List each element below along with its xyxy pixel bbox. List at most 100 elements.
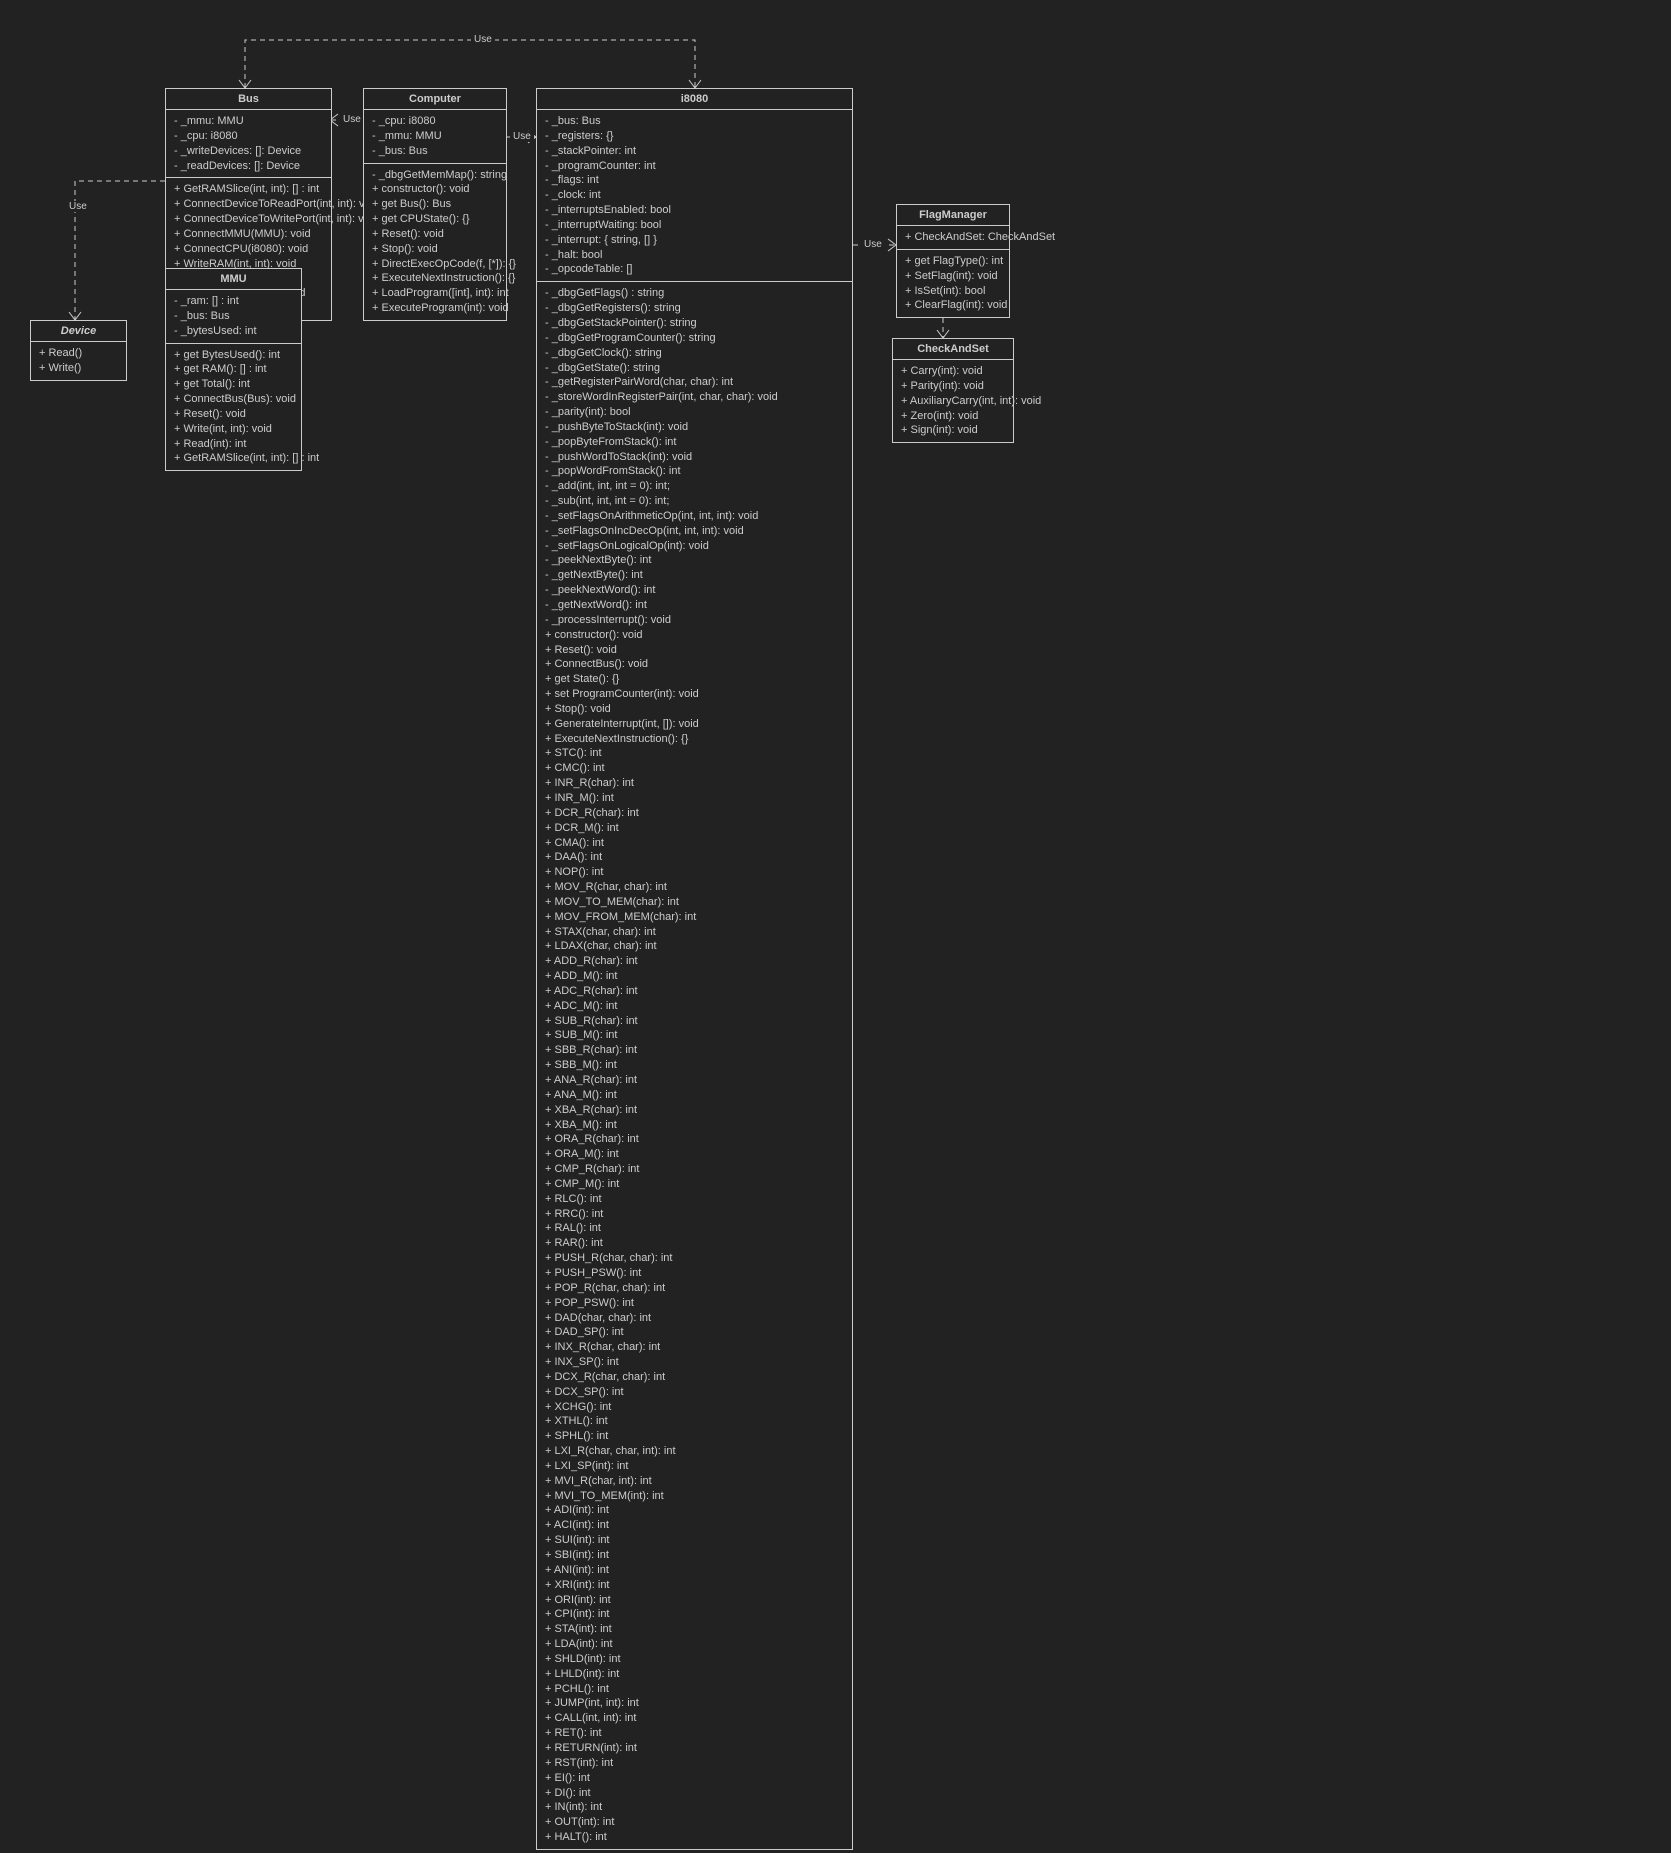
- member-row: + OUT(int): int: [545, 1815, 844, 1830]
- member-row: + ConnectDeviceToReadPort(int, int): voi…: [174, 197, 323, 212]
- member-row: - _setFlagsOnIncDecOp(int, int, int): vo…: [545, 524, 844, 539]
- class-title: CheckAndSet: [893, 339, 1013, 360]
- member-row: + SUB_M(): int: [545, 1028, 844, 1043]
- member-row: + ExecuteNextInstruction(): {}: [545, 732, 844, 747]
- member-row: + ORA_M(): int: [545, 1147, 844, 1162]
- class-title: Computer: [364, 89, 506, 110]
- member-row: + get CPUState(): {}: [372, 212, 498, 227]
- member-row: + IsSet(int): bool: [905, 284, 1001, 299]
- member-row: + SetFlag(int): void: [905, 269, 1001, 284]
- member-row: + Reset(): void: [372, 227, 498, 242]
- member-row: + CMP_R(char): int: [545, 1162, 844, 1177]
- member-row: - _peekNextByte(): int: [545, 553, 844, 568]
- member-row: + ORA_R(char): int: [545, 1132, 844, 1147]
- member-row: + Reset(): void: [174, 407, 293, 422]
- edge-label-use: Use: [861, 239, 885, 250]
- member-row: + STAX(char, char): int: [545, 925, 844, 940]
- class-title: FlagManager: [897, 205, 1009, 226]
- member-row: + POP_R(char, char): int: [545, 1281, 844, 1296]
- member-row: + XRI(int): int: [545, 1578, 844, 1593]
- member-row: + ConnectMMU(MMU): void: [174, 227, 323, 242]
- member-row: - _bus: Bus: [174, 309, 293, 324]
- member-row: + CMA(): int: [545, 836, 844, 851]
- member-row: - _dbgGetMemMap(): string: [372, 168, 498, 183]
- member-row: + XTHL(): int: [545, 1414, 844, 1429]
- member-row: + Reset(): void: [545, 643, 844, 658]
- edge-label-use: Use: [471, 34, 495, 45]
- member-row: + Stop(): void: [372, 242, 498, 257]
- member-row: + get Bus(): Bus: [372, 197, 498, 212]
- member-row: + MOV_R(char, char): int: [545, 880, 844, 895]
- member-row: + MVI_R(char, int): int: [545, 1474, 844, 1489]
- member-row: + DirectExecOpCode(f, [*]): {}: [372, 257, 498, 272]
- member-row: + ACI(int): int: [545, 1518, 844, 1533]
- member-row: + SBI(int): int: [545, 1548, 844, 1563]
- member-row: - _cpu: i8080: [372, 114, 498, 129]
- member-row: - _dbgGetProgramCounter(): string: [545, 331, 844, 346]
- member-row: + ADC_R(char): int: [545, 984, 844, 999]
- member-row: + ORI(int): int: [545, 1593, 844, 1608]
- member-row: - _bus: Bus: [372, 144, 498, 159]
- member-row: + SBB_M(): int: [545, 1058, 844, 1073]
- member-row: + IN(int): int: [545, 1800, 844, 1815]
- member-row: + INX_R(char, char): int: [545, 1340, 844, 1355]
- member-row: + POP_PSW(): int: [545, 1296, 844, 1311]
- member-row: - _dbgGetRegisters(): string: [545, 301, 844, 316]
- member-row: - _halt: bool: [545, 248, 844, 263]
- member-row: + GetRAMSlice(int, int): [] : int: [174, 182, 323, 197]
- member-row: + ExecuteProgram(int): void: [372, 301, 498, 316]
- class-fields: + CheckAndSet: CheckAndSet: [897, 226, 1009, 250]
- class-methods: + Carry(int): void+ Parity(int): void+ A…: [893, 360, 1013, 442]
- member-row: + MVI_TO_MEM(int): int: [545, 1489, 844, 1504]
- member-row: - _cpu: i8080: [174, 129, 323, 144]
- class-mmu: MMU - _ram: [] : int- _bus: Bus- _bytesU…: [165, 268, 302, 471]
- member-row: + RLC(): int: [545, 1192, 844, 1207]
- member-row: + RETURN(int): int: [545, 1741, 844, 1756]
- class-flagmanager: FlagManager + CheckAndSet: CheckAndSet +…: [896, 204, 1010, 318]
- member-row: - _setFlagsOnLogicalOp(int): void: [545, 539, 844, 554]
- member-row: + LoadProgram([int], int): int: [372, 286, 498, 301]
- member-row: + get Total(): int: [174, 377, 293, 392]
- member-row: + GetRAMSlice(int, int): [] : int: [174, 451, 293, 466]
- member-row: - _processInterrupt(): void: [545, 613, 844, 628]
- member-row: - _getRegisterPairWord(char, char): int: [545, 375, 844, 390]
- member-row: + RRC(): int: [545, 1207, 844, 1222]
- member-row: + DCR_M(): int: [545, 821, 844, 836]
- member-row: - _popWordFromStack(): int: [545, 464, 844, 479]
- member-row: + DAA(): int: [545, 850, 844, 865]
- member-row: + ConnectBus(Bus): void: [174, 392, 293, 407]
- member-row: + ANI(int): int: [545, 1563, 844, 1578]
- member-row: + MOV_FROM_MEM(char): int: [545, 910, 844, 925]
- member-row: + RAR(): int: [545, 1236, 844, 1251]
- member-row: - _clock: int: [545, 188, 844, 203]
- member-row: + SUI(int): int: [545, 1533, 844, 1548]
- member-row: + XCHG(): int: [545, 1400, 844, 1415]
- member-row: + ADI(int): int: [545, 1503, 844, 1518]
- member-row: + LDA(int): int: [545, 1637, 844, 1652]
- member-row: + ExecuteNextInstruction(): {}: [372, 271, 498, 286]
- member-row: - _interruptWaiting: bool: [545, 218, 844, 233]
- member-row: - _dbgGetFlags() : string: [545, 286, 844, 301]
- member-row: + JUMP(int, int): int: [545, 1696, 844, 1711]
- member-row: - _mmu: MMU: [174, 114, 323, 129]
- member-row: - _bus: Bus: [545, 114, 844, 129]
- member-row: - _mmu: MMU: [372, 129, 498, 144]
- member-row: + ADC_M(): int: [545, 999, 844, 1014]
- uml-diagram: Use Use Use Use Use Use Use Bus - _mmu: …: [30, 40, 1641, 1813]
- member-row: + SHLD(int): int: [545, 1652, 844, 1667]
- member-row: + EI(): int: [545, 1771, 844, 1786]
- class-methods: + Read()+ Write(): [31, 342, 126, 380]
- class-computer: Computer - _cpu: i8080- _mmu: MMU- _bus:…: [363, 88, 507, 321]
- member-row: + NOP(): int: [545, 865, 844, 880]
- member-row: - _pushWordToStack(int): void: [545, 450, 844, 465]
- member-row: - _registers: {}: [545, 129, 844, 144]
- member-row: + get FlagType(): int: [905, 254, 1001, 269]
- member-row: + XBA_M(): int: [545, 1118, 844, 1133]
- member-row: + Zero(int): void: [901, 409, 1005, 424]
- member-row: - _setFlagsOnArithmeticOp(int, int, int)…: [545, 509, 844, 524]
- member-row: + Write(int, int): void: [174, 422, 293, 437]
- member-row: + LHLD(int): int: [545, 1667, 844, 1682]
- member-row: - _add(int, int, int = 0): int;: [545, 479, 844, 494]
- member-row: + HALT(): int: [545, 1830, 844, 1845]
- member-row: + STA(int): int: [545, 1622, 844, 1637]
